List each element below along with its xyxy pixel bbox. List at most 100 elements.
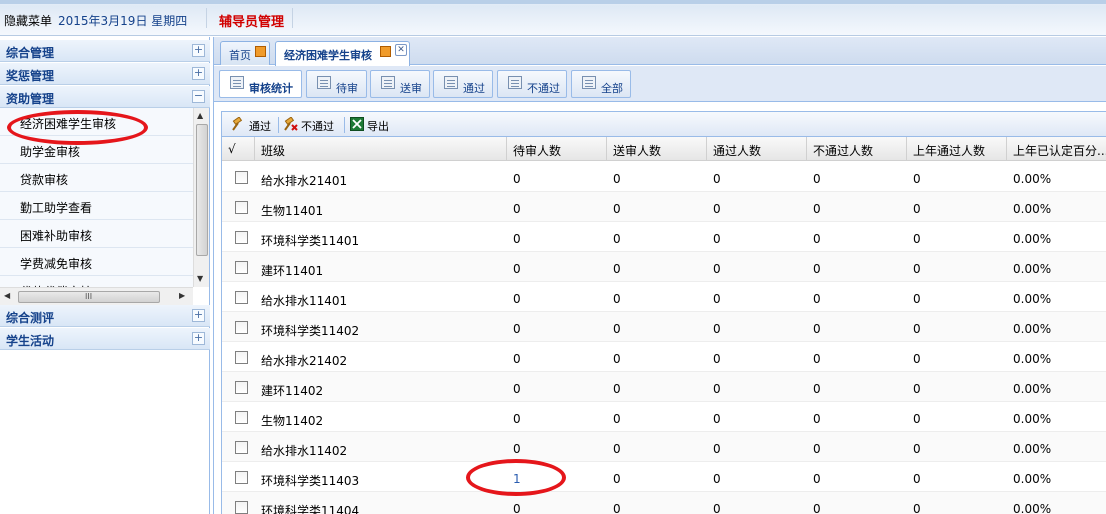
pass-button[interactable]: 通过 <box>232 116 274 134</box>
sidebar-item-hardship-subsidy[interactable]: 困难补助审核 <box>0 220 193 248</box>
cell-value: 0.00% <box>1013 352 1052 366</box>
table-row[interactable]: 给水排水21402 0 0 0 0 0 0.00% <box>222 342 1106 372</box>
tab-strip: 首页 经济困难学生审核 ✕ <box>214 37 1106 66</box>
section-financial-aid[interactable]: 资助管理 − <box>0 86 210 108</box>
row-checkbox[interactable] <box>235 441 248 454</box>
row-checkbox[interactable] <box>235 231 248 244</box>
subtab-submitted[interactable]: 送审 <box>370 70 430 98</box>
column-header-rejected[interactable]: 不通过人数 <box>807 137 907 161</box>
cell-select[interactable] <box>222 222 255 252</box>
sidebar-item-tuition-waiver[interactable]: 学费减免审核 <box>0 248 193 276</box>
scroll-up-icon[interactable]: ▲ <box>197 111 203 120</box>
cell-last-pct: 0.00% <box>1007 282 1106 312</box>
export-button[interactable]: 导出 <box>350 116 392 134</box>
subtab-pending[interactable]: 待审 <box>306 70 367 98</box>
reject-button[interactable]: 不通过 <box>284 116 340 134</box>
subtab-label: 全部 <box>601 82 623 95</box>
table-row[interactable]: 给水排水11401 0 0 0 0 0 0.00% <box>222 282 1106 312</box>
cell-value: 0 <box>613 502 621 514</box>
top-stripe <box>0 0 1106 4</box>
cell-select[interactable] <box>222 492 255 514</box>
cell-select[interactable] <box>222 342 255 372</box>
subtab-label: 审核统计 <box>249 82 293 95</box>
cell-pending: 0 <box>507 162 607 192</box>
cell-select[interactable] <box>222 282 255 312</box>
section-reward-punish[interactable]: 奖惩管理 + <box>0 63 210 85</box>
horizontal-scrollbar[interactable]: ◀ III ▶ <box>0 287 193 305</box>
vertical-scrollbar[interactable]: ▲ ▼ <box>193 108 209 287</box>
table-row[interactable]: 生物11401 0 0 0 0 0 0.00% <box>222 192 1106 222</box>
row-checkbox[interactable] <box>235 381 248 394</box>
close-icon[interactable]: ✕ <box>395 44 407 56</box>
current-date: 2015年3月19日 星期四 <box>58 14 188 28</box>
expand-icon[interactable]: + <box>192 67 205 80</box>
subtab-rejected[interactable]: 不通过 <box>497 70 567 98</box>
column-label: 上年已认定百分... <box>1013 144 1106 158</box>
table-row[interactable]: 给水排水21401 0 0 0 0 0 0.00% <box>222 162 1106 192</box>
cell-select[interactable] <box>222 462 255 492</box>
tab-needy-review[interactable]: 经济困难学生审核 ✕ <box>275 41 410 66</box>
cell-select[interactable] <box>222 252 255 282</box>
cell-select[interactable] <box>222 402 255 432</box>
column-header-submitted[interactable]: 送审人数 <box>607 137 707 161</box>
cell-select[interactable] <box>222 162 255 192</box>
table-row[interactable]: 给水排水11402 0 0 0 0 0 0.00% <box>222 432 1106 462</box>
subtab-stats[interactable]: 审核统计 <box>219 70 302 98</box>
column-header-passed[interactable]: 通过人数 <box>707 137 807 161</box>
cell-class: 环境科学类11402 <box>255 312 507 342</box>
cell-select[interactable] <box>222 192 255 222</box>
table-row[interactable]: 建环11401 0 0 0 0 0 0.00% <box>222 252 1106 282</box>
table-row[interactable]: 环境科学类11401 0 0 0 0 0 0.00% <box>222 222 1106 252</box>
table-row[interactable]: 环境科学类11403 1 0 0 0 0 0.00% <box>222 462 1106 492</box>
cell-last-pct: 0.00% <box>1007 252 1106 282</box>
cell-select[interactable] <box>222 372 255 402</box>
column-header-select[interactable]: √ <box>222 137 255 161</box>
section-evaluation[interactable]: 综合测评 + <box>0 305 210 327</box>
sidebar-item-loan-review[interactable]: 贷款审核 <box>0 164 193 192</box>
scroll-down-icon[interactable]: ▼ <box>197 274 203 283</box>
hide-menu-link[interactable]: 隐藏菜单 <box>4 12 52 29</box>
column-header-last-pct[interactable]: 上年已认定百分... <box>1007 137 1106 161</box>
expand-icon[interactable]: + <box>192 332 205 345</box>
column-header-class[interactable]: 班级 <box>255 137 507 161</box>
cell-select[interactable] <box>222 432 255 462</box>
row-checkbox[interactable] <box>235 201 248 214</box>
cell-last-pct: 0.00% <box>1007 192 1106 222</box>
subtab-all[interactable]: 全部 <box>571 70 631 98</box>
row-checkbox[interactable] <box>235 471 248 484</box>
scroll-thumb[interactable] <box>196 124 208 256</box>
section-label: 奖惩管理 <box>6 69 55 83</box>
collapse-icon[interactable]: − <box>192 90 205 103</box>
cell-class: 建环11401 <box>255 252 507 282</box>
cell-select[interactable] <box>222 312 255 342</box>
table-row[interactable]: 环境科学类11402 0 0 0 0 0 0.00% <box>222 312 1106 342</box>
scroll-thumb[interactable]: III <box>18 291 160 303</box>
column-header-pending[interactable]: 待审人数 <box>507 137 607 161</box>
row-checkbox[interactable] <box>235 261 248 274</box>
sidebar-item-work-study[interactable]: 勤工助学查看 <box>0 192 193 220</box>
table-row[interactable]: 生物11402 0 0 0 0 0 0.00% <box>222 402 1106 432</box>
scroll-left-icon[interactable]: ◀ <box>4 291 10 300</box>
subtab-passed[interactable]: 通过 <box>433 70 493 98</box>
row-checkbox[interactable] <box>235 411 248 424</box>
cell-value: 给水排水11402 <box>261 444 348 458</box>
tab-home[interactable]: 首页 <box>220 41 270 65</box>
section-comprehensive-mgmt[interactable]: 综合管理 + <box>0 40 210 62</box>
row-checkbox[interactable] <box>235 291 248 304</box>
section-label: 学生活动 <box>6 334 55 348</box>
scroll-right-icon[interactable]: ▶ <box>179 291 185 300</box>
cell-value: 0 <box>613 322 621 336</box>
cell-last-passed: 0 <box>907 222 1007 252</box>
column-header-last-passed[interactable]: 上年通过人数 <box>907 137 1007 161</box>
row-checkbox[interactable] <box>235 351 248 364</box>
row-checkbox[interactable] <box>235 321 248 334</box>
cell-value: 0 <box>813 382 821 396</box>
section-student-activity[interactable]: 学生活动 + <box>0 328 210 350</box>
table-row[interactable]: 环境科学类11404 0 0 0 0 0 0.00% <box>222 492 1106 514</box>
expand-icon[interactable]: + <box>192 309 205 322</box>
row-checkbox[interactable] <box>235 501 248 514</box>
expand-icon[interactable]: + <box>192 44 205 57</box>
row-checkbox[interactable] <box>235 171 248 184</box>
table-row[interactable]: 建环11402 0 0 0 0 0 0.00% <box>222 372 1106 402</box>
cell-pending: 0 <box>507 312 607 342</box>
